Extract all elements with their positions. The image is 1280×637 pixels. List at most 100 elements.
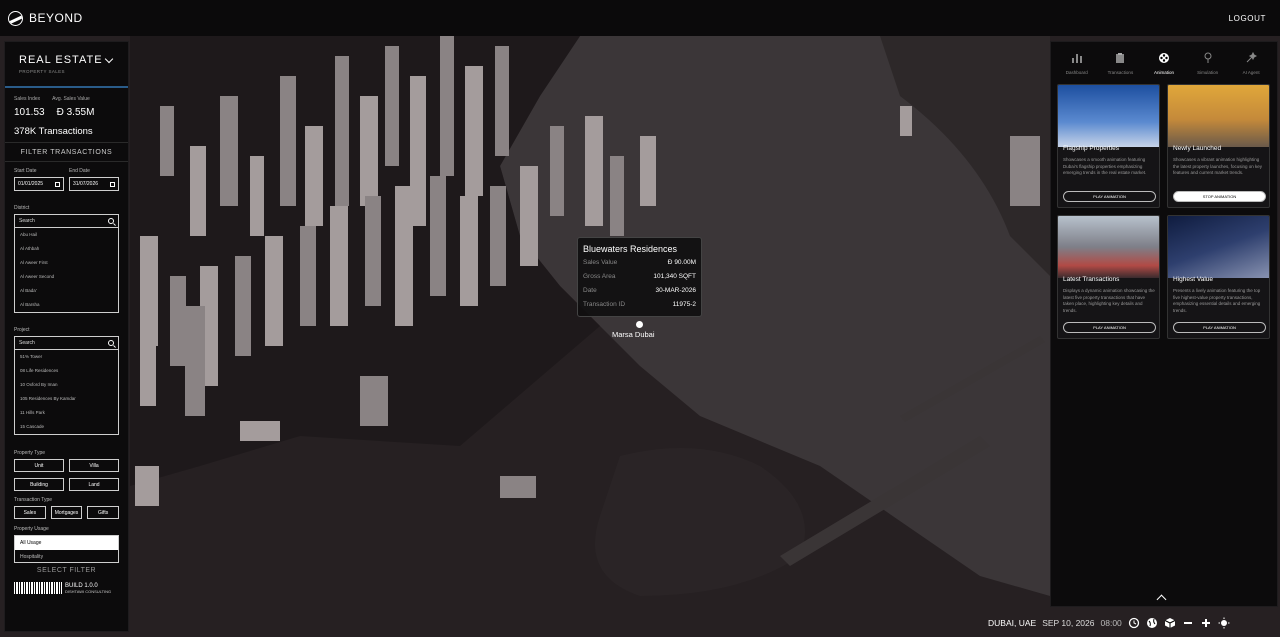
time-label: 08:00 — [1100, 618, 1122, 628]
end-date-label: End Date — [69, 168, 90, 174]
globe-icon[interactable] — [1146, 617, 1158, 629]
bottom-bar: DUBAI, UAE SEP 10, 2026 08:00 — [988, 612, 1280, 634]
search-icon[interactable] — [108, 218, 114, 224]
sales-button[interactable]: Sales — [14, 506, 46, 519]
end-date-field[interactable]: 31/07/2026 — [69, 177, 119, 191]
mortgages-button[interactable]: Mortgages — [50, 506, 83, 519]
list-item[interactable]: 08 Life Residences — [15, 364, 118, 378]
avg-value-label: Avg. Sales Value — [52, 96, 90, 102]
search-icon[interactable] — [108, 340, 114, 346]
unit-button[interactable]: Unit — [14, 459, 64, 472]
card-image — [1058, 85, 1159, 147]
logout-button[interactable]: LOGOUT — [1229, 14, 1266, 23]
module-title: REAL ESTATE — [19, 54, 103, 66]
property-type-buttons: Building Land — [5, 478, 128, 491]
zoom-out-icon[interactable] — [1182, 617, 1194, 629]
animation-panel: Dashboard Transactions Animation Simulat… — [1050, 41, 1278, 607]
sales-index-label: Sales Index — [14, 96, 41, 102]
simulation-icon — [1204, 52, 1212, 63]
stop-animation-button[interactable]: STOP ANIMATION — [1173, 191, 1266, 202]
calendar-icon[interactable] — [110, 181, 115, 187]
tab-animation[interactable]: Animation — [1144, 52, 1184, 82]
module-selector[interactable]: REAL ESTATE PROPERTY SALES — [5, 42, 128, 88]
zoom-in-icon[interactable] — [1200, 617, 1212, 629]
building-button[interactable]: Building — [14, 478, 64, 491]
list-item[interactable]: 11 Hills Park — [15, 406, 118, 420]
transactions-count: 378K Transactions — [14, 126, 93, 137]
animation-card[interactable]: Flagship Properties Showcases a smooth a… — [1057, 84, 1160, 208]
build-info: BUILD 1.0.0 DISHTAWI CONSULTING — [5, 582, 128, 594]
transaction-type-buttons: Sales Mortgages Gifts — [5, 506, 128, 519]
start-date-label: Start Date — [14, 168, 37, 174]
top-bar: BEYOND LOGOUT — [0, 0, 1280, 36]
history-icon[interactable] — [1128, 617, 1140, 629]
usage-label: Property Usage — [14, 526, 49, 532]
tab-transactions[interactable]: Transactions — [1100, 52, 1140, 82]
filter-panel: REAL ESTATE PROPERTY SALES Sales Index A… — [4, 41, 129, 632]
card-image — [1058, 216, 1159, 278]
date-range: Start Date 01/01/2025 End Date 31/07/202… — [5, 168, 128, 191]
dirham-icon: Đ — [667, 259, 673, 266]
district-search-input[interactable]: Search — [15, 215, 118, 228]
animation-card[interactable]: Highest Value Presents a lively animatio… — [1167, 215, 1270, 339]
tooltip-row: Date 30-MAR-2026 — [583, 287, 696, 294]
list-item[interactable]: Al Barsha — [15, 298, 118, 312]
play-animation-button[interactable]: PLAY ANIMATION — [1173, 322, 1266, 333]
list-item[interactable]: 51% Tower — [15, 350, 118, 364]
animation-card[interactable]: Newly Launched Showcases a vibrant anima… — [1167, 84, 1270, 208]
avg-value: 3.55M — [66, 107, 95, 118]
cube-icon[interactable] — [1164, 617, 1176, 629]
clipboard-icon — [1116, 53, 1125, 63]
tab-simulation[interactable]: Simulation — [1188, 52, 1228, 82]
dirham-icon: Đ — [56, 107, 64, 118]
list-item[interactable]: Al Aweer First — [15, 256, 118, 270]
barcode-logo-icon — [14, 582, 62, 594]
module-subtitle: PROPERTY SALES — [19, 69, 65, 74]
usage-option-selected[interactable]: All Usage — [15, 536, 118, 550]
project-label: Project — [14, 327, 30, 333]
tab-ai-agent[interactable]: AI Agent — [1231, 51, 1271, 82]
list-item[interactable]: 15 Cascade — [15, 420, 118, 434]
map-pin[interactable] — [636, 321, 643, 328]
calendar-icon[interactable] — [55, 181, 60, 187]
sparkle-icon — [1246, 51, 1258, 63]
panel-tabs: Dashboard Transactions Animation Simulat… — [1051, 42, 1277, 82]
tooltip-row: Gross Area 101,340 SQFT — [583, 273, 696, 280]
play-animation-button[interactable]: PLAY ANIMATION — [1063, 191, 1156, 202]
location-label: DUBAI, UAE — [988, 618, 1037, 628]
build-company: DISHTAWI CONSULTING — [65, 588, 112, 594]
villa-button[interactable]: Villa — [69, 459, 119, 472]
card-image — [1168, 216, 1269, 278]
animation-cards: Flagship Properties Showcases a smooth a… — [1051, 82, 1277, 339]
brand-name: BEYOND — [29, 11, 83, 25]
sales-index-value: 101.53 — [14, 107, 45, 118]
usage-select[interactable]: All Usage Hospitality — [14, 535, 119, 563]
list-item[interactable]: Abu Hail — [15, 228, 118, 242]
start-date-field[interactable]: 01/01/2025 — [14, 177, 64, 191]
tooltip-row: Sales Value Đ 90.00M — [583, 259, 696, 266]
land-button[interactable]: Land — [69, 478, 119, 491]
play-animation-button[interactable]: PLAY ANIMATION — [1063, 322, 1156, 333]
tooltip-row: Transaction ID 11975-2 — [583, 301, 696, 308]
stats-summary: Sales Index Avg. Sales Value 101.53 Đ 3.… — [5, 88, 128, 137]
brightness-icon[interactable] — [1218, 617, 1230, 629]
beyond-logo-icon — [8, 10, 23, 26]
brand[interactable]: BEYOND — [8, 10, 83, 26]
gifts-button[interactable]: Gifts — [87, 506, 120, 519]
district-label: District — [14, 205, 30, 211]
project-search-input[interactable]: Search — [15, 337, 118, 350]
tooltip-title: Bluewaters Residences — [583, 244, 678, 254]
select-filter-button[interactable]: SELECT FILTER — [5, 567, 128, 574]
property-tooltip: Bluewaters Residences Sales Value Đ 90.00… — [577, 237, 702, 317]
map-pin-label: Marsa Dubai — [612, 330, 655, 339]
transaction-type-label: Transaction Type — [14, 497, 53, 503]
list-item[interactable]: 10 Oxford By Iman — [15, 378, 118, 392]
list-item[interactable]: 105 Residences By Kamdar — [15, 392, 118, 406]
usage-option[interactable]: Hospitality — [15, 550, 118, 562]
animation-card[interactable]: Latest Transactions Displays a dynamic a… — [1057, 215, 1160, 339]
list-item[interactable]: Al Bada' — [15, 284, 118, 298]
tab-dashboard[interactable]: Dashboard — [1057, 52, 1097, 82]
list-item[interactable]: Al Athbah — [15, 242, 118, 256]
film-reel-icon — [1158, 53, 1169, 63]
list-item[interactable]: Al Aweer Second — [15, 270, 118, 284]
